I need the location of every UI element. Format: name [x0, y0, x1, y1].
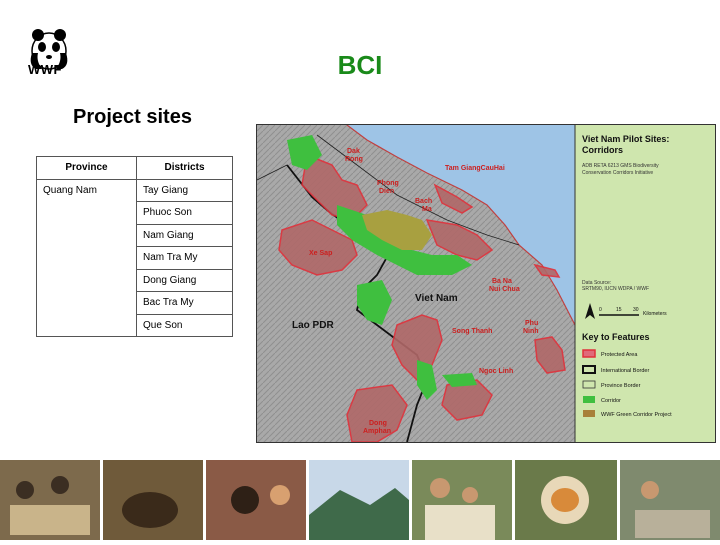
label-phu-ninh: Phu	[525, 320, 538, 327]
data-source: SRTM90, IUCN WDPA / WWF	[582, 286, 649, 292]
label-phu-ninh: Ninh	[523, 328, 539, 335]
districts-header: Districts	[136, 156, 233, 180]
district-cell: Nam Tra My	[136, 246, 233, 270]
family-photo	[425, 505, 495, 540]
legend-swatch-protected	[582, 349, 596, 358]
district-cell: Dong Giang	[136, 268, 233, 292]
fieldwork-photo	[641, 481, 659, 499]
legend-item: WWF Green Corridor Project	[601, 412, 672, 418]
label-bach-ma: Bach	[415, 198, 432, 205]
photo-strip	[0, 460, 720, 540]
saola-photo	[122, 492, 178, 528]
district-cell: Phuoc Son	[136, 201, 233, 225]
table-row: Quang Nam Tay Giang	[36, 178, 233, 337]
legend-item: Corridor	[601, 398, 621, 404]
province-header: Province	[36, 156, 137, 180]
legend-item: International Border	[601, 368, 649, 374]
douc-langur-photo	[551, 488, 579, 512]
district-cell: Que Son	[136, 313, 233, 337]
family-photo	[430, 478, 450, 498]
scale-tick: 15	[616, 307, 622, 313]
district-cell: Bac Tra My	[136, 291, 233, 315]
label-dak-rong: Dak	[347, 148, 360, 155]
legend-swatch-corridor	[583, 396, 595, 403]
province-cell: Quang Nam	[36, 178, 137, 337]
legend-swatch-wwf-project	[583, 410, 595, 417]
label-ba-na: Ba Na	[492, 278, 512, 285]
label-dong-amphan: Dong	[369, 420, 387, 427]
legend-item: Province Border	[601, 383, 641, 389]
corridor-map: Dak Rong Tam GiangCauHai Phong Dien Bach…	[256, 124, 716, 443]
district-cell: Nam Giang	[136, 223, 233, 247]
fieldwork-photo	[635, 510, 710, 538]
slide-subtitle: Project sites	[73, 106, 192, 128]
label-dak-rong: Rong	[345, 156, 363, 163]
label-ngoc-linh: Ngoc Linh	[479, 368, 513, 375]
label-viet-nam: Viet Nam	[415, 293, 458, 304]
community-meeting-photo	[51, 476, 69, 494]
label-phong-dien: Dien	[379, 188, 394, 195]
label-phong-dien: Phong	[377, 180, 399, 187]
map-initiative-2: Conservation Corridors Initiative	[582, 170, 653, 176]
family-photo	[462, 487, 478, 503]
map-title-2: Corridors	[582, 145, 623, 155]
scale-unit: Kilometers	[643, 311, 667, 317]
map-title: Viet Nam Pilot Sites:	[582, 134, 669, 144]
district-cell: Tay Giang	[136, 178, 233, 202]
scale-tick: 0	[599, 307, 602, 313]
label-ba-na: Nui Chua	[489, 286, 520, 293]
project-sites-table: Province Districts Quang Nam Tay Giang P…	[36, 156, 233, 337]
community-meeting-photo	[16, 481, 34, 499]
table-header-row: Province Districts	[36, 156, 233, 180]
slide-title: BCI	[337, 50, 383, 80]
community-meeting-photo	[10, 505, 90, 535]
weaving-photo	[270, 485, 290, 505]
label-bach-ma: Ma	[422, 206, 432, 213]
label-lao-pdr: Lao PDR	[292, 320, 334, 331]
weaving-photo	[231, 486, 259, 514]
legend-item: Protected Area	[601, 352, 638, 358]
label-dong-amphan: Amphan	[363, 428, 391, 435]
scale-tick: 30	[633, 307, 639, 313]
label-song-thanh: Song Thanh	[452, 328, 492, 335]
label-tam-giang: Tam GiangCauHai	[445, 165, 505, 172]
map-initiative: ADB RETA 6213 GMS Biodiversity	[582, 163, 659, 169]
legend-title: Key to Features	[582, 332, 650, 342]
label-xe-sap: Xe Sap	[309, 250, 332, 257]
